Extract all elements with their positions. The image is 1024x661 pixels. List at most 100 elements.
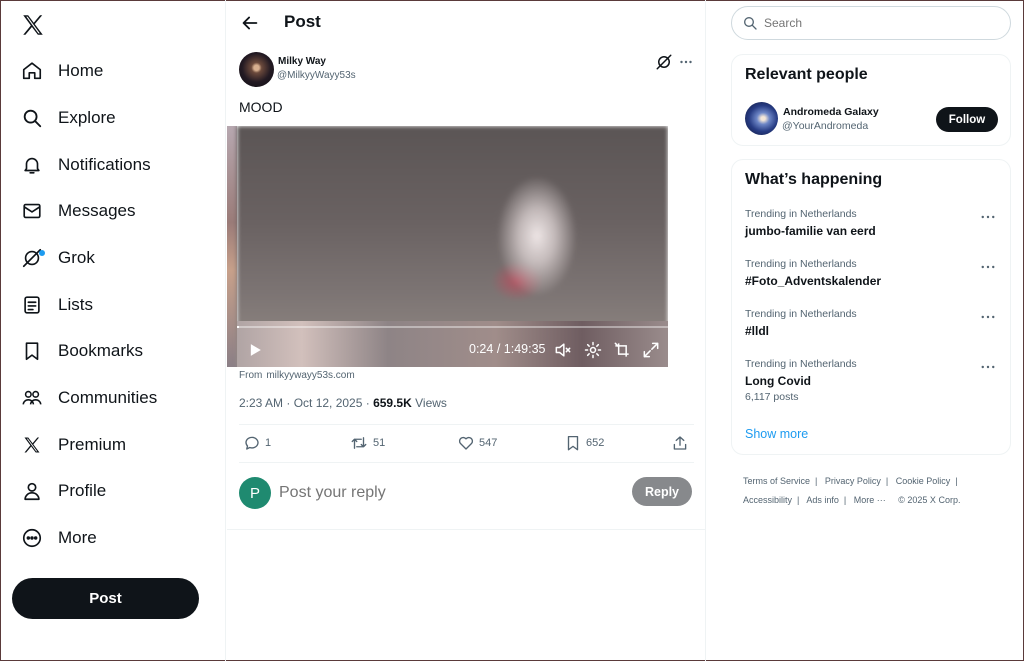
reply-action[interactable]: 1 bbox=[243, 433, 271, 453]
trend-context: Trending in Netherlands bbox=[745, 258, 857, 270]
nav-label: Notifications bbox=[58, 155, 151, 174]
back-arrow-icon[interactable] bbox=[239, 12, 261, 34]
bookmark-count: 652 bbox=[586, 437, 605, 449]
relevant-handle[interactable]: @YourAndromeda bbox=[782, 120, 868, 132]
author-handle[interactable]: @MilkyyWayy53s bbox=[277, 70, 356, 81]
more-options-icon[interactable] bbox=[979, 260, 997, 274]
video-player[interactable]: 0:24 / 1:49:35 bbox=[227, 126, 668, 367]
nav-item-premium[interactable]: Premium bbox=[20, 429, 126, 461]
repost-action[interactable]: 51 bbox=[349, 433, 385, 453]
x-logo-icon bbox=[20, 433, 44, 457]
video-time: 0:24 / 1:49:35 bbox=[469, 342, 546, 356]
mute-icon[interactable] bbox=[553, 340, 573, 360]
settings-gear-icon[interactable] bbox=[583, 340, 603, 360]
play-icon[interactable] bbox=[245, 340, 265, 360]
author-name[interactable]: Milky Way bbox=[278, 56, 326, 67]
trend-item[interactable]: Trending in Netherlands #Foto_Adventskal… bbox=[745, 258, 1005, 288]
like-count: 547 bbox=[479, 437, 498, 449]
notification-dot bbox=[39, 250, 45, 256]
relevant-people-card: Relevant people Andromeda Galaxy @YourAn… bbox=[731, 54, 1011, 146]
nav-item-lists[interactable]: Lists bbox=[20, 289, 93, 321]
bookmark-icon bbox=[567, 435, 579, 451]
post-button[interactable]: Post bbox=[12, 578, 199, 619]
more-options-icon[interactable] bbox=[979, 310, 997, 324]
nav-item-communities[interactable]: Communities bbox=[20, 382, 157, 414]
nav-label: Premium bbox=[58, 435, 127, 454]
repost-icon bbox=[351, 437, 367, 449]
person-icon bbox=[20, 479, 44, 503]
trend-item[interactable]: Trending in Netherlands #lldl bbox=[745, 308, 1005, 338]
repost-count: 51 bbox=[373, 437, 386, 449]
post-detail-column: Post Milky Way @MilkyyWayy53s MOOD 0:24 … bbox=[227, 0, 706, 661]
source-line: From milkyywayy53s.com bbox=[239, 370, 355, 381]
bell-icon bbox=[20, 153, 44, 177]
video-progress-track[interactable] bbox=[237, 326, 668, 328]
trend-item[interactable]: Trending in Netherlands Long Covid 6,117… bbox=[745, 358, 1005, 403]
video-progress-fill bbox=[237, 326, 239, 328]
video-edge-strip bbox=[227, 126, 237, 367]
relevant-avatar[interactable] bbox=[745, 102, 778, 135]
share-action[interactable] bbox=[671, 433, 689, 453]
nav-item-notifications[interactable]: Notifications bbox=[20, 149, 151, 181]
author-avatar[interactable] bbox=[239, 52, 274, 87]
follow-button[interactable]: Follow bbox=[936, 107, 998, 132]
nav-label: Explore bbox=[58, 108, 116, 127]
card-title: Relevant people bbox=[745, 66, 868, 83]
nav-item-explore[interactable]: Explore bbox=[20, 102, 116, 134]
more-circle-icon bbox=[20, 526, 44, 550]
relevant-name[interactable]: Andromeda Galaxy bbox=[783, 106, 879, 118]
nav-item-home[interactable]: Home bbox=[20, 55, 103, 87]
like-action[interactable]: 547 bbox=[457, 433, 497, 453]
trend-title: Long Covid bbox=[745, 374, 811, 388]
fullscreen-icon[interactable] bbox=[641, 340, 661, 360]
picture-in-picture-icon[interactable] bbox=[612, 340, 632, 360]
nav-label: Lists bbox=[58, 295, 93, 314]
nav-label: Communities bbox=[58, 388, 158, 407]
nav-item-bookmarks[interactable]: Bookmarks bbox=[20, 335, 143, 367]
trend-post-count: 6,117 posts bbox=[745, 391, 799, 403]
video-controls: 0:24 / 1:49:35 bbox=[237, 338, 668, 364]
nav-item-messages[interactable]: Messages bbox=[20, 195, 135, 227]
more-options-icon[interactable] bbox=[677, 53, 695, 71]
more-options-icon[interactable] bbox=[979, 360, 997, 374]
right-sidebar: Relevant people Andromeda Galaxy @YourAn… bbox=[707, 0, 1024, 661]
footer-links: Terms of Service | Privacy Policy | Cookie… bbox=[743, 476, 961, 505]
video-current-time: 0:24 bbox=[469, 342, 494, 356]
nav-item-more[interactable]: More bbox=[20, 522, 97, 554]
post-timestamp[interactable]: 2:23 AM · Oct 12, 2025 · bbox=[239, 396, 370, 410]
footer-link[interactable]: Privacy Policy bbox=[825, 476, 881, 486]
footer-link[interactable]: More ··· bbox=[854, 495, 886, 505]
nav-item-profile[interactable]: Profile bbox=[20, 475, 106, 507]
bookmark-action[interactable]: 652 bbox=[564, 433, 604, 453]
share-icon bbox=[673, 436, 687, 450]
x-logo-icon[interactable] bbox=[20, 12, 46, 38]
search-icon bbox=[20, 106, 44, 130]
heart-icon bbox=[458, 436, 474, 450]
video-duration: 1:49:35 bbox=[503, 342, 546, 356]
reply-button[interactable]: Reply bbox=[632, 477, 692, 506]
reply-input[interactable] bbox=[279, 481, 619, 505]
more-options-icon[interactable] bbox=[979, 210, 997, 224]
footer-link[interactable]: Accessibility bbox=[743, 495, 792, 505]
footer-link[interactable]: Terms of Service bbox=[743, 476, 810, 486]
nav-item-grok[interactable]: Grok bbox=[20, 242, 95, 274]
footer-link[interactable]: Cookie Policy bbox=[896, 476, 951, 486]
source-domain-link[interactable]: milkyywayy53s.com bbox=[266, 370, 354, 381]
people-icon bbox=[20, 386, 44, 410]
home-icon bbox=[20, 59, 44, 83]
nav-label: Profile bbox=[58, 481, 107, 500]
search-bar[interactable] bbox=[731, 6, 1011, 40]
left-nav: Home Explore Notifications Messages Grok… bbox=[0, 0, 226, 661]
user-avatar[interactable]: P bbox=[239, 477, 271, 509]
trend-title: #lldl bbox=[745, 324, 770, 338]
grok-icon[interactable] bbox=[655, 53, 673, 71]
page-title: Post bbox=[284, 12, 321, 31]
nav-label: Messages bbox=[58, 201, 136, 220]
list-icon bbox=[20, 293, 44, 317]
trend-item[interactable]: Trending in Netherlands jumbo-familie va… bbox=[745, 208, 1005, 238]
search-input[interactable] bbox=[764, 16, 1004, 30]
show-more-link[interactable]: Show more bbox=[745, 427, 808, 441]
card-title: What’s happening bbox=[745, 171, 883, 188]
envelope-icon bbox=[20, 199, 44, 223]
footer-link[interactable]: Ads info bbox=[806, 495, 839, 505]
